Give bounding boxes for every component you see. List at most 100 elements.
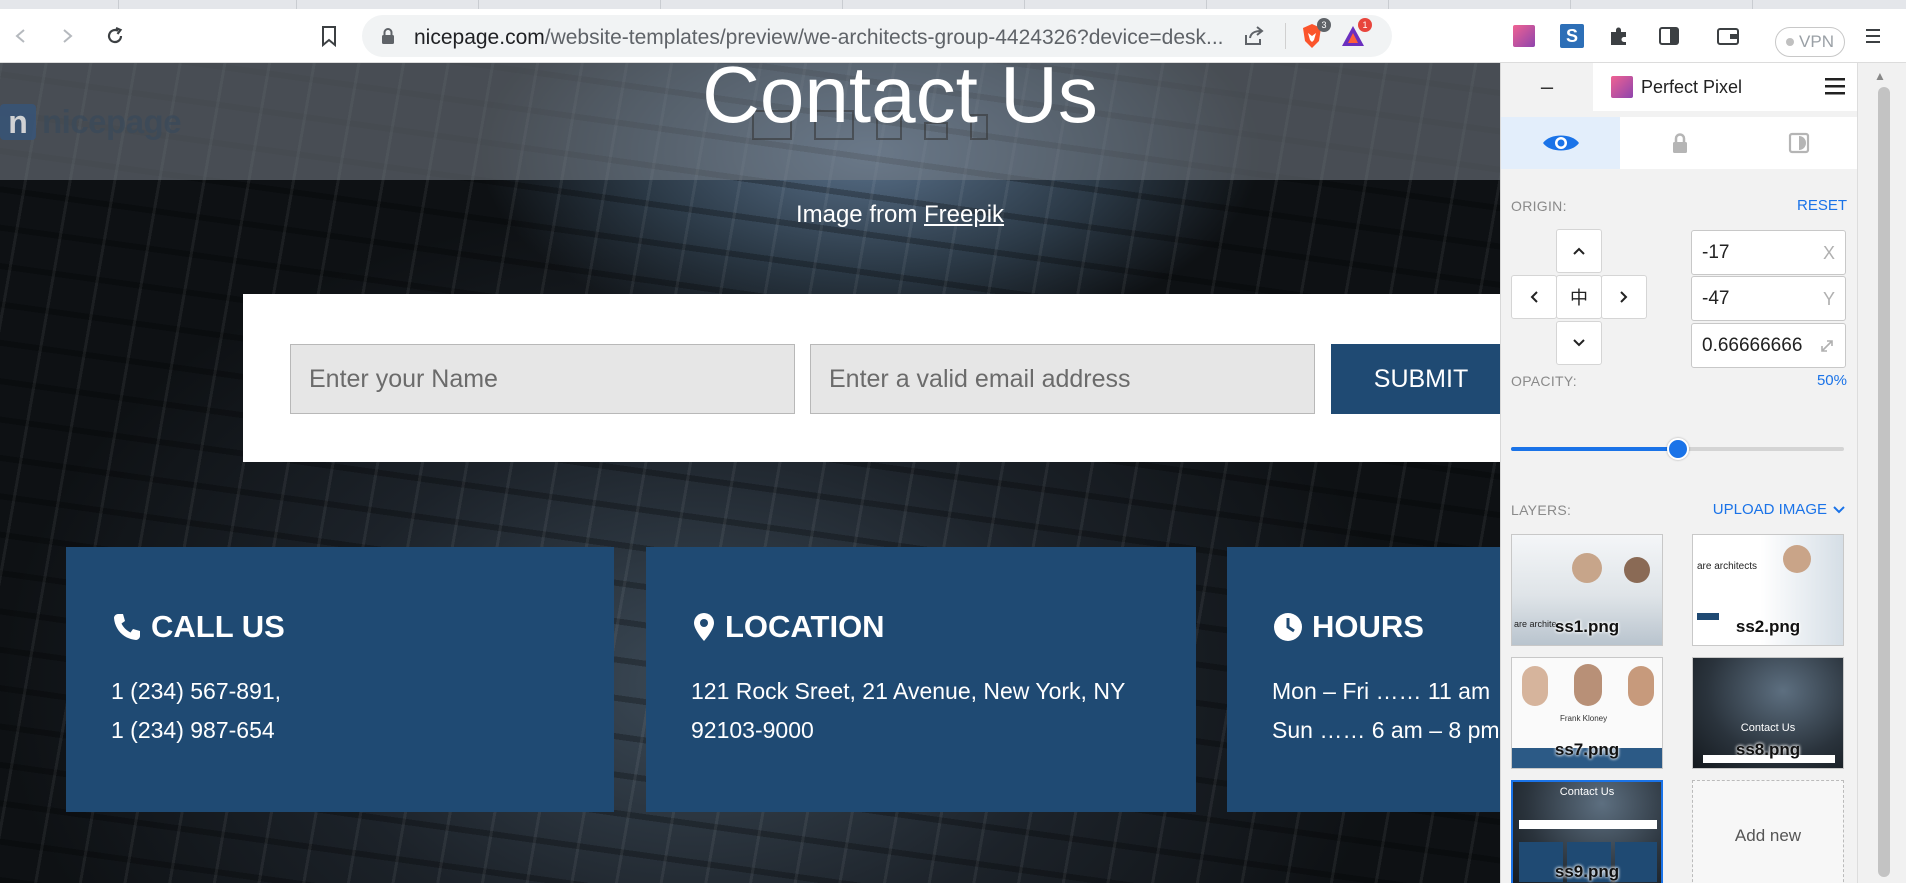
url-host: nicepage.com: [414, 26, 545, 49]
pp-tab-lock[interactable]: [1620, 117, 1739, 169]
tab-divider: [1570, 0, 1571, 9]
tab-divider: [478, 0, 479, 9]
freepik-link[interactable]: Freepik: [924, 201, 1004, 228]
hours-title: HOURS: [1272, 609, 1424, 645]
call-us-card: CALL US 1 (234) 567-891, 1 (234) 987-654: [66, 547, 614, 812]
sidebar-button[interactable]: [1654, 21, 1684, 51]
reset-button[interactable]: RESET: [1797, 197, 1847, 214]
upload-image-button[interactable]: UPLOAD IMAGE: [1713, 501, 1845, 518]
forward-button[interactable]: [52, 21, 82, 51]
pp-tab-invert[interactable]: [1739, 117, 1857, 169]
name-input[interactable]: Enter your Name: [290, 344, 795, 414]
brave-shields-button[interactable]: 3: [1297, 18, 1331, 51]
perfect-pixel-ext-icon: [1513, 25, 1535, 47]
perfect-pixel-logo-icon: [1611, 76, 1633, 98]
layer-thumbnail-selected[interactable]: Contact Us ss9.png: [1511, 780, 1663, 883]
chevron-left-icon: [1530, 291, 1538, 303]
s-extension-button[interactable]: S: [1557, 21, 1587, 51]
url-text: nicepage.com/website-templates/preview/w…: [414, 26, 1224, 50]
invert-colors-icon: [1788, 132, 1809, 154]
move-left-button[interactable]: [1511, 275, 1557, 319]
add-new-layer-button[interactable]: Add new: [1692, 780, 1844, 883]
person-figure: [1572, 553, 1602, 583]
contact-heading: Contact Us: [702, 63, 1098, 139]
move-down-button[interactable]: [1556, 321, 1602, 365]
browser-window: nicepage.com/website-templates/preview/w…: [0, 0, 1906, 883]
layer-name: ss8.png: [1735, 740, 1801, 759]
location-title: LOCATION: [691, 609, 885, 645]
opacity-slider[interactable]: [1511, 438, 1844, 460]
pp-title-bar: Perfect Pixel: [1593, 63, 1857, 111]
tab-divider: [660, 0, 661, 9]
reload-button[interactable]: [100, 21, 130, 51]
hours-label: HOURS: [1312, 609, 1424, 644]
puzzle-icon: [1611, 27, 1626, 45]
scale-value: 0.66666666: [1702, 335, 1803, 356]
pp-minimize-button[interactable]: –: [1501, 63, 1593, 111]
tab-divider: [1206, 0, 1207, 9]
opacity-label: OPACITY:: [1511, 373, 1577, 389]
pp-mode-tabs: [1501, 117, 1857, 169]
location-label: LOCATION: [725, 609, 885, 644]
chevron-right-icon: [1620, 291, 1628, 303]
pp-tab-visibility[interactable]: [1501, 117, 1620, 169]
call-us-title: CALL US: [111, 609, 285, 645]
email-input[interactable]: Enter a valid email address: [810, 344, 1315, 414]
opacity-slider-fill: [1511, 447, 1678, 451]
reload-icon: [107, 26, 123, 44]
pp-menu-icon[interactable]: [1824, 76, 1846, 96]
tab-divider: [1388, 0, 1389, 9]
layer-caption: Contact Us: [1559, 786, 1615, 798]
scrollbar-thumb[interactable]: [1878, 87, 1890, 877]
url-path: /website-templates/preview/we-architects…: [544, 26, 1224, 49]
person-figure: [1783, 545, 1811, 573]
y-offset-input[interactable]: -47 Y: [1691, 276, 1846, 321]
tab-divider: [1752, 0, 1753, 9]
vpn-button[interactable]: VPN: [1775, 27, 1845, 57]
layer-thumbnail[interactable]: are archite ss1.png: [1511, 534, 1663, 646]
lock-icon: [1672, 133, 1687, 153]
perfect-pixel-extension-button[interactable]: [1509, 21, 1539, 51]
layer-thumbnail[interactable]: Contact Us ss8.png: [1692, 657, 1844, 769]
phone-line-1: 1 (234) 567-891,: [111, 678, 282, 704]
phone-icon: [114, 614, 140, 640]
wallet-icon: [1717, 28, 1739, 45]
person-figure: [1624, 557, 1650, 583]
layers-label: LAYERS:: [1511, 502, 1572, 518]
x-unit-label: X: [1822, 243, 1835, 263]
hours-card: HOURS Mon – Fri …… 11 am Sun …… 6 am – 8…: [1227, 547, 1500, 812]
x-offset-input[interactable]: -17 X: [1691, 230, 1846, 275]
person-figure: [1628, 666, 1654, 706]
brave-badge: 3: [1317, 18, 1331, 32]
wallet-button[interactable]: [1713, 21, 1743, 51]
vpn-status-dot: [1786, 38, 1795, 46]
layer-caption: are architects: [1697, 561, 1758, 572]
omnibox-separator: [1285, 23, 1286, 49]
image-credit: Image from Freepik: [0, 201, 1500, 229]
share-icon[interactable]: [1242, 25, 1266, 47]
layer-name: ss9.png: [1554, 862, 1620, 881]
center-button[interactable]: 中: [1556, 275, 1602, 319]
forward-arrow-icon: [63, 29, 73, 43]
address-bar[interactable]: nicepage.com/website-templates/preview/w…: [362, 15, 1392, 57]
scale-input[interactable]: 0.66666666: [1691, 323, 1846, 368]
move-right-button[interactable]: [1601, 275, 1647, 319]
brave-rewards-button[interactable]: 1: [1338, 18, 1372, 51]
back-button[interactable]: [6, 21, 36, 51]
page-scrollbar[interactable]: ▲: [1857, 63, 1906, 883]
upload-image-label: UPLOAD IMAGE: [1712, 501, 1827, 518]
layer-thumbnail[interactable]: are architects ss2.png: [1692, 534, 1844, 646]
scroll-up-arrow-icon[interactable]: ▲: [1874, 69, 1886, 83]
layer-thumbnail[interactable]: Frank Kloney ss7.png: [1511, 657, 1663, 769]
move-up-button[interactable]: [1556, 229, 1602, 273]
browser-menu-button[interactable]: [1858, 21, 1888, 51]
sidebar-icon: [1659, 27, 1679, 45]
tab-divider: [1024, 0, 1025, 9]
layer-caption: Frank Kloney: [1560, 714, 1608, 723]
submit-button[interactable]: SUBMIT: [1331, 344, 1500, 414]
hamburger-menu-icon: [1866, 29, 1880, 43]
bookmark-button[interactable]: [314, 21, 344, 51]
extensions-button[interactable]: [1604, 21, 1634, 51]
opacity-slider-handle[interactable]: [1666, 438, 1689, 460]
layer-name: ss2.png: [1735, 617, 1801, 636]
